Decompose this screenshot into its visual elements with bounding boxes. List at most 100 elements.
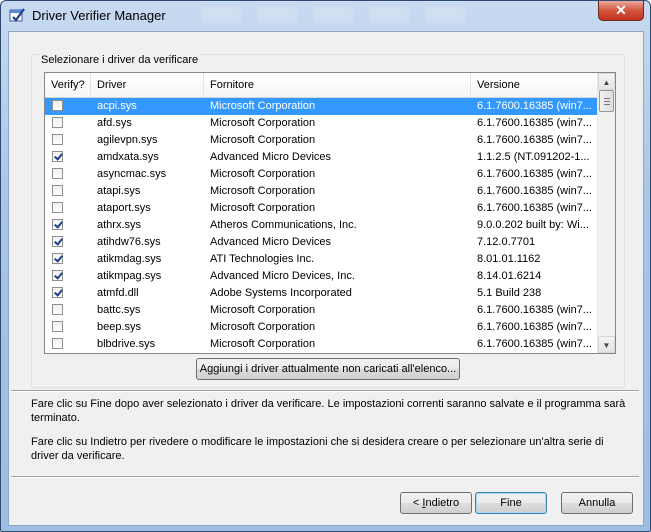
- verify-checkbox[interactable]: [52, 168, 63, 179]
- table-row[interactable]: agilevpn.sys Microsoft Corporation 6.1.760…: [45, 132, 598, 149]
- scroll-down-button[interactable]: ▼: [598, 336, 615, 353]
- driver-version: 9.0.0.202 built by: Wi...: [477, 219, 589, 231]
- driver-name: agilevpn.sys: [97, 134, 158, 146]
- driver-vendor: Microsoft Corporation: [210, 185, 316, 197]
- driver-name: amdxata.sys: [97, 151, 159, 163]
- group-label: Selezionare i driver da verificare: [39, 54, 201, 66]
- close-button[interactable]: ✕: [598, 1, 644, 21]
- driver-version: 6.1.7600.16385 (win7...: [477, 202, 592, 214]
- close-icon: ✕: [615, 2, 627, 18]
- driver-name: battc.sys: [97, 304, 141, 316]
- verify-checkbox[interactable]: [52, 117, 63, 128]
- info-text-finish: Fare clic su Fine dopo aver selezionato …: [31, 398, 626, 424]
- driver-version: 6.1.7600.16385 (win7...: [477, 338, 592, 350]
- verify-checkbox[interactable]: [52, 338, 63, 349]
- scroll-up-button[interactable]: ▲: [598, 73, 615, 90]
- driver-name: atihdw76.sys: [97, 236, 161, 248]
- driver-version: 8.01.01.1162: [477, 253, 541, 265]
- table-row[interactable]: ataport.sys Microsoft Corporation 6.1.7600…: [45, 200, 598, 217]
- dialog-client-area: Selezionare i driver da verificare Verif…: [8, 31, 644, 526]
- table-row[interactable]: atikmdag.sys ATI Technologies Inc. 8.01.01…: [45, 251, 598, 268]
- driver-version: 8.14.01.6214: [477, 270, 542, 282]
- driver-version: 6.1.7600.16385 (win7...: [477, 185, 592, 197]
- driver-name: asyncmac.sys: [97, 168, 167, 180]
- driver-verifier-app-icon: [9, 8, 25, 22]
- verify-checkbox[interactable]: [52, 236, 63, 247]
- verify-checkbox[interactable]: [52, 151, 63, 162]
- table-row[interactable]: asyncmac.sys Microsoft Corporation 6.1.760…: [45, 166, 598, 183]
- separator-top: [11, 390, 639, 392]
- verify-checkbox[interactable]: [52, 134, 63, 145]
- verify-checkbox[interactable]: [52, 185, 63, 196]
- table-row[interactable]: amdxata.sys Advanced Micro Devices 1.1.2.5…: [45, 149, 598, 166]
- verify-cell: [45, 268, 91, 285]
- column-header-driver[interactable]: Driver: [91, 73, 204, 97]
- table-row[interactable]: blbdrive.sys Microsoft Corporation 6.1.760…: [45, 336, 598, 353]
- table-row[interactable]: athrx.sys Atheros Communications, Inc. 9.0…: [45, 217, 598, 234]
- separator-bottom: [11, 476, 639, 478]
- table-row[interactable]: atikmpag.sys Advanced Micro Devices, Inc.…: [45, 268, 598, 285]
- driver-vendor: Adobe Systems Incorporated: [210, 287, 352, 299]
- verify-checkbox[interactable]: [52, 321, 63, 332]
- verify-checkbox[interactable]: [52, 219, 63, 230]
- verify-checkbox[interactable]: [52, 287, 63, 298]
- back-button[interactable]: < Indietro: [400, 492, 472, 514]
- add-button-label-rest: giungi i driver attualmente non caricati…: [213, 363, 457, 375]
- back-button-label-rest: ndietro: [425, 497, 460, 509]
- driver-version: 1.1.2.5 (NT.091202-1...: [477, 151, 590, 163]
- driver-name: atikmdag.sys: [97, 253, 162, 265]
- driver-version: 6.1.7600.16385 (win7...: [477, 321, 592, 333]
- verify-cell: [45, 336, 91, 353]
- driver-name: beep.sys: [97, 321, 142, 333]
- scroll-down-icon: ▼: [602, 341, 611, 350]
- title-bar[interactable]: Driver Verifier Manager ✕: [1, 1, 650, 31]
- verify-checkbox[interactable]: [52, 202, 63, 213]
- table-row[interactable]: acpi.sys Microsoft Corporation 6.1.7600.16…: [45, 98, 598, 115]
- verify-cell: [45, 115, 91, 132]
- finish-button[interactable]: Fine: [475, 492, 547, 514]
- verify-checkbox[interactable]: [52, 253, 63, 264]
- verify-checkbox[interactable]: [52, 304, 63, 315]
- driver-version: 6.1.7600.16385 (win7...: [477, 168, 592, 180]
- column-header-vendor[interactable]: Fornitore: [204, 73, 471, 97]
- verify-cell: [45, 166, 91, 183]
- add-unloaded-drivers-button[interactable]: Aggiungi i driver attualmente non carica…: [196, 358, 460, 380]
- add-button-label-prefix: A: [199, 363, 208, 375]
- table-row[interactable]: beep.sys Microsoft Corporation 6.1.7600.16…: [45, 319, 598, 336]
- column-header-version[interactable]: Versione: [471, 73, 598, 97]
- driver-name: afd.sys: [97, 117, 132, 129]
- driver-vendor: Microsoft Corporation: [210, 100, 316, 112]
- verify-cell: [45, 234, 91, 251]
- verify-cell: [45, 200, 91, 217]
- table-row[interactable]: battc.sys Microsoft Corporation 6.1.7600.1…: [45, 302, 598, 319]
- verify-cell: [45, 319, 91, 336]
- driver-vendor: Advanced Micro Devices: [210, 236, 332, 248]
- driver-name: atikmpag.sys: [97, 270, 162, 282]
- vertical-scrollbar[interactable]: ▲ ▼: [597, 73, 615, 353]
- verify-checkbox[interactable]: [52, 270, 63, 281]
- driver-vendor: Microsoft Corporation: [210, 338, 316, 350]
- driver-vendor: Microsoft Corporation: [210, 304, 316, 316]
- column-header-verify[interactable]: Verify?: [45, 73, 91, 97]
- table-row[interactable]: atapi.sys Microsoft Corporation 6.1.7600.1…: [45, 183, 598, 200]
- driver-name: atmfd.dll: [97, 287, 139, 299]
- driver-vendor: Microsoft Corporation: [210, 202, 316, 214]
- table-row[interactable]: atmfd.dll Adobe Systems Incorporated 5.1 B…: [45, 285, 598, 302]
- driver-name: acpi.sys: [97, 100, 137, 112]
- driver-list[interactable]: Verify? Driver Fornitore Versione acpi.s…: [44, 72, 616, 354]
- verify-checkbox[interactable]: [52, 100, 63, 111]
- window-title: Driver Verifier Manager: [32, 8, 166, 23]
- scrollbar-thumb[interactable]: [599, 90, 614, 112]
- verify-cell: [45, 132, 91, 149]
- list-header: Verify? Driver Fornitore Versione: [45, 73, 598, 98]
- table-row[interactable]: atihdw76.sys Advanced Micro Devices 7.12.0…: [45, 234, 598, 251]
- verify-cell: [45, 183, 91, 200]
- driver-vendor: Microsoft Corporation: [210, 321, 316, 333]
- table-row[interactable]: afd.sys Microsoft Corporation 6.1.7600.163…: [45, 115, 598, 132]
- driver-vendor: Advanced Micro Devices: [210, 151, 332, 163]
- scroll-up-icon: ▲: [602, 78, 611, 87]
- driver-version: 6.1.7600.16385 (win7...: [477, 100, 592, 112]
- list-rows: acpi.sys Microsoft Corporation 6.1.7600.16…: [45, 98, 598, 353]
- verify-cell: [45, 98, 91, 115]
- cancel-button[interactable]: Annulla: [561, 492, 633, 514]
